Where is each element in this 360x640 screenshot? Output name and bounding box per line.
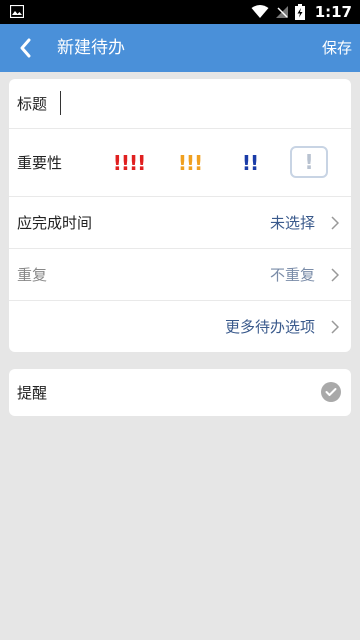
title-label: 标题 [17,95,48,113]
priority-low-label: ! [304,150,314,174]
back-chevron-icon [20,38,31,58]
more-options-label: 更多待办选项 [224,318,315,336]
priority-highest-button[interactable]: !!!! [113,129,146,196]
priority-low-button[interactable]: ! [290,146,328,178]
battery-charging-icon [294,4,305,20]
title-input-cursor[interactable] [60,91,61,115]
todo-form-card: 标题 重要性 !!!! !!! !! ! 应完成时间 未选择 重复 不重复 更多… [9,79,351,352]
reminder-checkbox[interactable] [321,382,341,402]
status-time: 1:17 [314,3,352,21]
no-signal-icon [275,6,288,18]
status-bar: 1:17 [0,0,360,24]
title-row[interactable]: 标题 [9,79,351,129]
chevron-right-icon [331,301,339,352]
check-icon [325,388,337,396]
due-time-value: 未选择 [269,214,315,232]
reminder-row[interactable]: 提醒 [9,369,351,416]
reminder-card: 提醒 [9,369,351,416]
importance-row: 重要性 !!!! !!! !! ! [9,129,351,197]
chevron-right-icon [331,249,339,300]
repeat-row[interactable]: 重复 不重复 [9,249,351,301]
repeat-value: 不重复 [269,266,315,284]
more-options-row[interactable]: 更多待办选项 [9,301,351,352]
repeat-label: 重复 [17,266,48,284]
reminder-label: 提醒 [17,384,48,402]
back-button[interactable] [10,24,40,72]
due-time-row[interactable]: 应完成时间 未选择 [9,197,351,249]
image-notification-icon [10,5,24,18]
chevron-right-icon [331,197,339,248]
page-title: 新建待办 [57,38,125,58]
importance-label: 重要性 [17,154,63,172]
priority-high-button[interactable]: !!! [175,129,205,196]
due-time-label: 应完成时间 [17,214,93,232]
wifi-icon [251,5,269,18]
save-button[interactable]: 保存 [322,24,352,72]
app-bar: 新建待办 保存 [0,24,360,72]
priority-medium-button[interactable]: !! [238,129,262,196]
